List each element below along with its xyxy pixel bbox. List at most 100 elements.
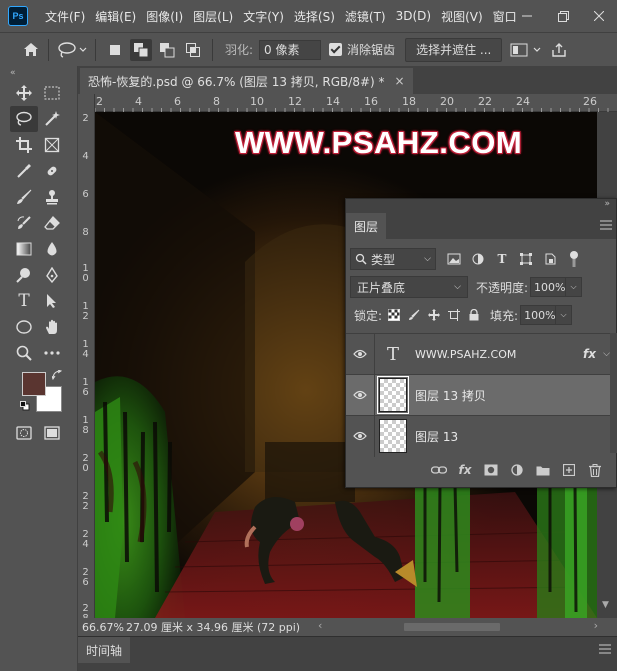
menu-image[interactable]: 图像(I) [141,8,188,25]
scroll-down-icon[interactable]: ▼ [602,600,609,610]
move-tool-icon[interactable] [10,80,38,106]
layer-row[interactable]: 图层 13 [346,415,610,457]
new-layer-icon[interactable] [556,459,582,481]
healing-brush-tool-icon[interactable] [38,158,66,184]
antialias-checkbox[interactable]: 消除锯齿 [329,41,395,58]
add-mask-icon[interactable] [478,459,504,481]
visibility-eye-icon[interactable] [346,390,374,400]
opacity-dropdown-icon[interactable]: ⌵ [566,277,583,297]
select-and-mask-button[interactable]: 选择并遮住 ... [405,37,503,62]
fill-dropdown-icon[interactable]: ⌵ [556,305,573,325]
collapse-icon[interactable]: « [0,66,77,80]
lock-pixels-icon[interactable] [404,305,424,325]
menu-view[interactable]: 视图(V) [436,8,488,25]
menu-layer[interactable]: 图层(L) [188,8,238,25]
dodge-tool-icon[interactable] [10,262,38,288]
workspace-icon[interactable] [508,39,544,61]
lock-transparent-icon[interactable] [384,305,404,325]
eraser-tool-icon[interactable] [38,210,66,236]
layer-row-selected[interactable]: 图层 13 拷贝 [346,374,610,416]
menu-3d[interactable]: 3D(D) [391,9,436,23]
menu-edit[interactable]: 编辑(E) [90,8,141,25]
clone-stamp-tool-icon[interactable] [38,184,66,210]
visibility-eye-icon[interactable] [346,431,374,441]
restore-icon[interactable] [545,0,581,32]
fill-input[interactable]: 100% [520,305,557,325]
layer-filter-select[interactable]: 类型 ⌵ [350,248,436,270]
ruler-tick-label: 18 [82,415,89,436]
tab-layers[interactable]: 图层 [346,213,387,239]
menu-file[interactable]: 文件(F) [40,8,90,25]
zoom-level[interactable]: 66.67% [78,621,126,634]
blend-row: 正片叠底 ⌵ 不透明度: 100% ⌵ [346,273,616,301]
close-icon[interactable] [581,0,617,32]
smart-object-filter-icon[interactable] [538,248,562,270]
gradient-tool-icon[interactable] [10,236,38,262]
new-group-icon[interactable] [530,459,556,481]
marquee-tool-icon[interactable] [38,80,66,106]
menu-filter[interactable]: 滤镜(T) [340,8,391,25]
lock-position-icon[interactable] [424,305,444,325]
collapse-panel-icon[interactable]: » [604,199,610,209]
lasso-preset-icon[interactable] [55,39,89,61]
filter-toggle-icon[interactable] [562,248,586,270]
scroll-left-icon[interactable]: ‹ [318,619,322,632]
feather-input[interactable]: 0 像素 [259,39,322,60]
share-icon[interactable] [548,39,570,61]
swap-colors-icon[interactable] [51,369,63,383]
delete-layer-icon[interactable] [582,459,608,481]
ellipse-tool-icon[interactable] [10,314,38,340]
home-icon[interactable] [20,39,42,61]
panel-menu-icon[interactable] [599,643,611,657]
type-filter-icon[interactable]: T [490,248,514,270]
close-document-icon[interactable]: × [395,74,405,88]
adjustment-filter-icon[interactable] [466,248,490,270]
expand-effects-icon[interactable]: ⌵ [603,349,610,359]
pixel-filter-icon[interactable] [442,248,466,270]
add-selection-icon[interactable] [130,38,152,61]
path-selection-tool-icon[interactable] [38,288,66,314]
crop-tool-icon[interactable] [10,132,38,158]
frame-tool-icon[interactable] [38,132,66,158]
foreground-color-swatch[interactable] [22,372,46,396]
scrollbar-thumb[interactable] [404,623,500,631]
default-colors-icon[interactable] [20,400,30,411]
hand-tool-icon[interactable] [38,314,66,340]
fx-icon[interactable]: fx [452,459,478,481]
lock-all-icon[interactable] [464,305,484,325]
adjustment-layer-icon[interactable] [504,459,530,481]
shape-filter-icon[interactable] [514,248,538,270]
panel-menu-icon[interactable] [600,220,612,233]
opacity-label: 不透明度: [476,280,529,295]
tab-timeline[interactable]: 时间轴 [78,637,131,663]
subtract-selection-icon[interactable] [156,39,178,61]
intersect-selection-icon[interactable] [182,39,204,61]
link-layers-icon[interactable] [426,459,452,481]
new-selection-icon[interactable] [104,39,126,61]
visibility-eye-icon[interactable] [346,349,374,359]
menu-select[interactable]: 选择(S) [289,8,340,25]
effects-badge[interactable]: fx [583,347,596,361]
history-brush-tool-icon[interactable] [10,210,38,236]
brush-tool-icon[interactable] [10,184,38,210]
document-tab[interactable]: 恐怖-恢复的.psd @ 66.7% (图层 13 拷贝, RGB/8#) * … [80,68,413,94]
blur-tool-icon[interactable] [38,236,66,262]
blend-mode-select[interactable]: 正片叠底 ⌵ [350,276,468,298]
eyedropper-tool-icon[interactable] [10,158,38,184]
opacity-input[interactable]: 100% [530,277,567,297]
type-tool-icon[interactable]: T [10,288,38,314]
lock-artboard-icon[interactable] [444,305,464,325]
horizontal-scrollbar[interactable]: ‹ › [318,619,598,633]
ruler-tick-label: 10 [82,263,89,284]
scroll-right-icon[interactable]: › [594,619,598,632]
minimize-icon[interactable] [509,0,545,32]
magic-wand-tool-icon[interactable] [38,106,66,132]
menu-type[interactable]: 文字(Y) [238,8,289,25]
layer-name: 图层 13 [415,429,459,444]
zoom-tool-icon[interactable] [10,340,38,366]
pen-tool-icon[interactable] [38,262,66,288]
layers-scrollbar[interactable] [610,333,617,453]
layer-row-text[interactable]: T WWW.PSAHZ.COM fx ⌵ [346,333,610,375]
lasso-tool-icon[interactable] [10,106,38,132]
more-tools-icon[interactable] [38,340,66,366]
